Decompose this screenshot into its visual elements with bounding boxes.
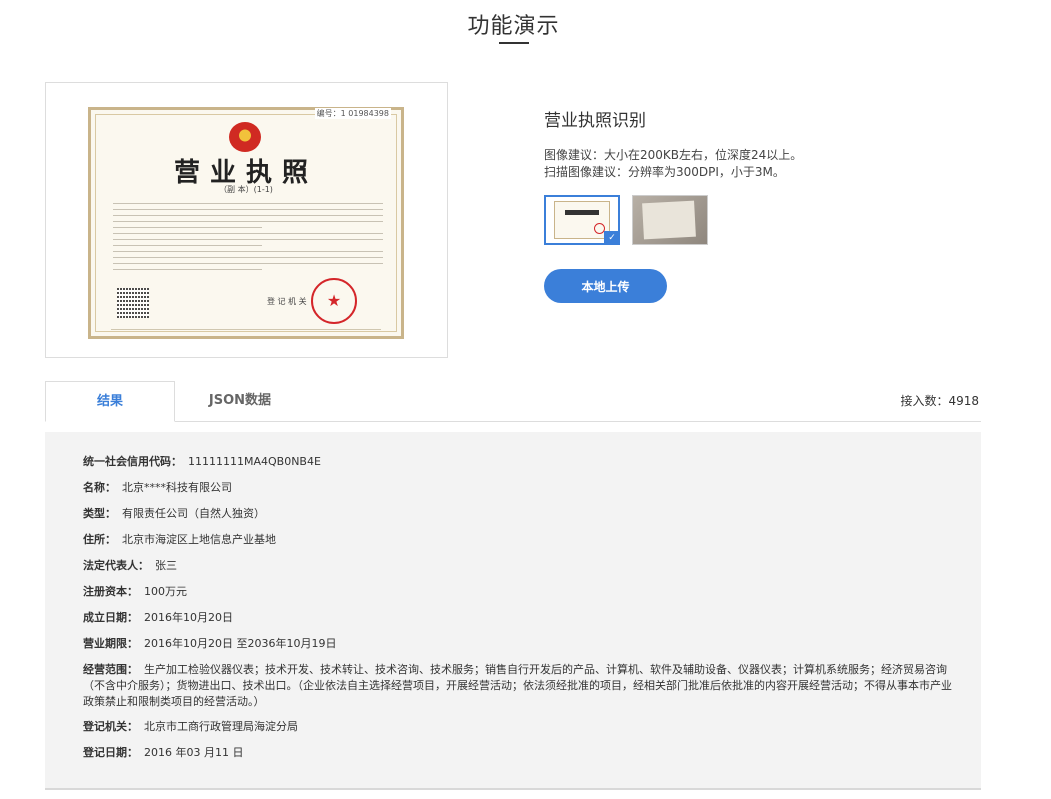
license-line bbox=[113, 269, 262, 270]
field-key: 住所： bbox=[83, 533, 116, 546]
official-seal-icon: ★ bbox=[311, 278, 357, 324]
field-key: 登记日期： bbox=[83, 746, 138, 759]
business-license-image: 编号：1 01984398 营业执照 （副 本）(1-1) 登 记 机 关 ★ bbox=[88, 107, 404, 339]
license-line bbox=[113, 233, 383, 234]
license-line bbox=[113, 221, 383, 222]
result-tabs: 结果 JSON数据 接入数：4918 bbox=[45, 381, 981, 422]
field-value: 2016年10月20日 至2036年10月19日 bbox=[144, 637, 337, 650]
image-hint: 图像建议：大小在200KB左右，位深度24以上。 bbox=[544, 148, 803, 162]
check-icon: ✓ bbox=[604, 231, 620, 245]
result-row: 名称： 北京****科技有限公司 bbox=[83, 480, 953, 496]
registration-authority-label: 登 记 机 关 bbox=[267, 297, 307, 306]
sample-thumbnail-photo[interactable] bbox=[632, 195, 708, 245]
field-value: 100万元 bbox=[144, 585, 187, 598]
license-subtitle: （副 本）(1-1) bbox=[219, 185, 273, 194]
license-line bbox=[113, 239, 383, 240]
license-footer-line bbox=[111, 329, 381, 330]
result-row: 住所： 北京市海淀区上地信息产业基地 bbox=[83, 532, 953, 548]
license-serial: 编号：1 01984398 bbox=[314, 108, 391, 119]
license-line bbox=[113, 227, 262, 228]
field-value: 北京****科技有限公司 bbox=[122, 481, 232, 494]
license-line bbox=[113, 209, 383, 210]
result-panel: 统一社会信用代码： 11111111MA4QB0NB4E 名称： 北京****科技有… bbox=[45, 432, 981, 790]
result-row: 类型： 有限责任公司（自然人独资） bbox=[83, 506, 953, 522]
license-photo-image bbox=[642, 200, 696, 240]
result-row: 营业期限： 2016年10月20日 至2036年10月19日 bbox=[83, 636, 953, 652]
license-line bbox=[113, 203, 383, 204]
result-row: 统一社会信用代码： 11111111MA4QB0NB4E bbox=[83, 454, 953, 470]
field-key: 类型： bbox=[83, 507, 116, 520]
field-key: 经营范围： bbox=[83, 663, 138, 676]
field-value: 2016 年03 月11 日 bbox=[144, 746, 244, 759]
tab-result[interactable]: 结果 bbox=[45, 381, 175, 422]
field-key: 营业期限： bbox=[83, 637, 138, 650]
result-row: 成立日期： 2016年10月20日 bbox=[83, 610, 953, 626]
license-line bbox=[113, 257, 383, 258]
field-key: 注册资本： bbox=[83, 585, 138, 598]
field-value: 2016年10月20日 bbox=[144, 611, 233, 624]
field-value: 北京市工商行政管理局海淀分局 bbox=[144, 720, 298, 733]
result-row: 注册资本： 100万元 bbox=[83, 584, 953, 600]
license-line bbox=[113, 215, 383, 216]
scan-hint: 扫描图像建议：分辨率为300DPI，小于3M。 bbox=[544, 165, 785, 179]
national-emblem-icon bbox=[229, 122, 261, 152]
result-row: 登记日期： 2016 年03 月11 日 bbox=[83, 745, 953, 761]
field-key: 统一社会信用代码： bbox=[83, 455, 182, 468]
result-row: 经营范围： 生产加工检验仪器仪表；技术开发、技术转让、技术咨询、技术服务；销售自行… bbox=[83, 662, 953, 710]
field-value: 11111111MA4QB0NB4E bbox=[188, 455, 321, 468]
sample-thumbnail-selected[interactable]: ✓ bbox=[544, 195, 620, 245]
field-key: 成立日期： bbox=[83, 611, 138, 624]
qr-code-icon bbox=[117, 288, 149, 318]
field-key: 法定代表人： bbox=[83, 559, 149, 572]
license-line bbox=[113, 245, 262, 246]
license-line bbox=[113, 263, 383, 264]
field-value: 北京市海淀区上地信息产业基地 bbox=[122, 533, 276, 546]
result-row: 登记机关： 北京市工商行政管理局海淀分局 bbox=[83, 719, 953, 735]
local-upload-button[interactable]: 本地上传 bbox=[544, 269, 667, 303]
result-row: 法定代表人： 张三 bbox=[83, 558, 953, 574]
title-underline bbox=[499, 42, 529, 44]
license-thumbnail-image bbox=[554, 201, 610, 239]
image-preview: 编号：1 01984398 营业执照 （副 本）(1-1) 登 记 机 关 ★ bbox=[45, 82, 448, 358]
license-line bbox=[113, 251, 383, 252]
license-text-lines bbox=[113, 198, 383, 270]
feature-title: 营业执照识别 bbox=[544, 111, 646, 131]
page-title: 功能演示 bbox=[467, 14, 560, 39]
field-key: 登记机关： bbox=[83, 720, 138, 733]
field-value: 有限责任公司（自然人独资） bbox=[122, 507, 265, 520]
field-value: 张三 bbox=[155, 559, 177, 572]
field-value: 生产加工检验仪器仪表；技术开发、技术转让、技术咨询、技术服务；销售自行开发后的产… bbox=[83, 663, 952, 708]
tab-json-data[interactable]: JSON数据 bbox=[185, 381, 295, 421]
field-key: 名称： bbox=[83, 481, 116, 494]
call-count: 接入数：4918 bbox=[900, 394, 979, 408]
